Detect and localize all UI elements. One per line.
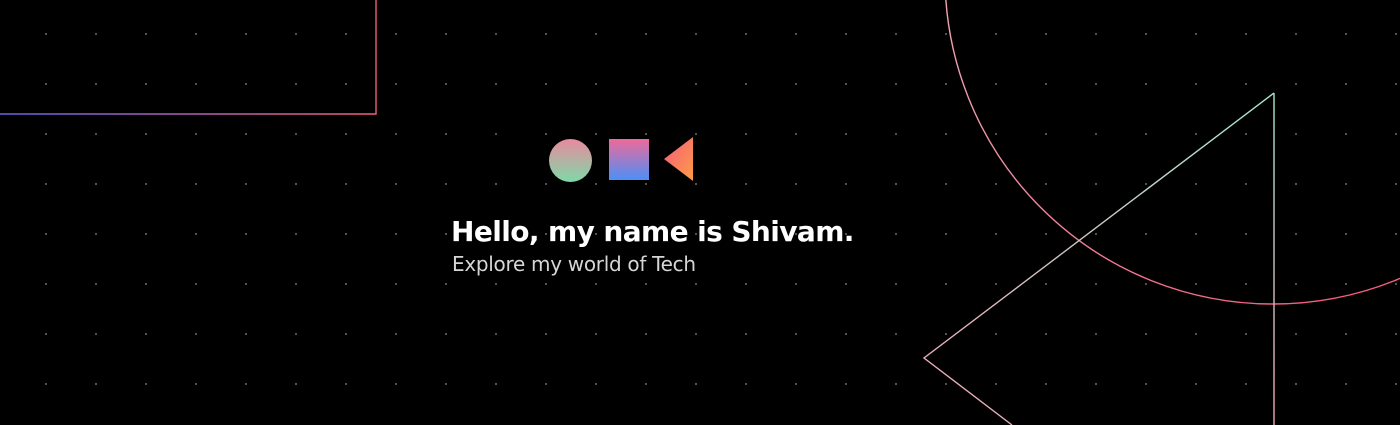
- triangle-icon: [664, 137, 693, 181]
- hero-banner: Hello, my name is Shivam. Explore my wor…: [0, 0, 1400, 425]
- circle-outline-shape: [945, 0, 1400, 305]
- square-icon: [609, 139, 649, 180]
- logo-shapes: [549, 137, 699, 183]
- hero-headline: Hello, my name is Shivam.: [451, 215, 854, 248]
- circle-icon: [549, 139, 592, 182]
- hero-subheadline: Explore my world of Tech: [452, 252, 696, 276]
- rectangle-outline-shape: [0, 0, 377, 115]
- triangle-outline-shape: [922, 92, 1275, 425]
